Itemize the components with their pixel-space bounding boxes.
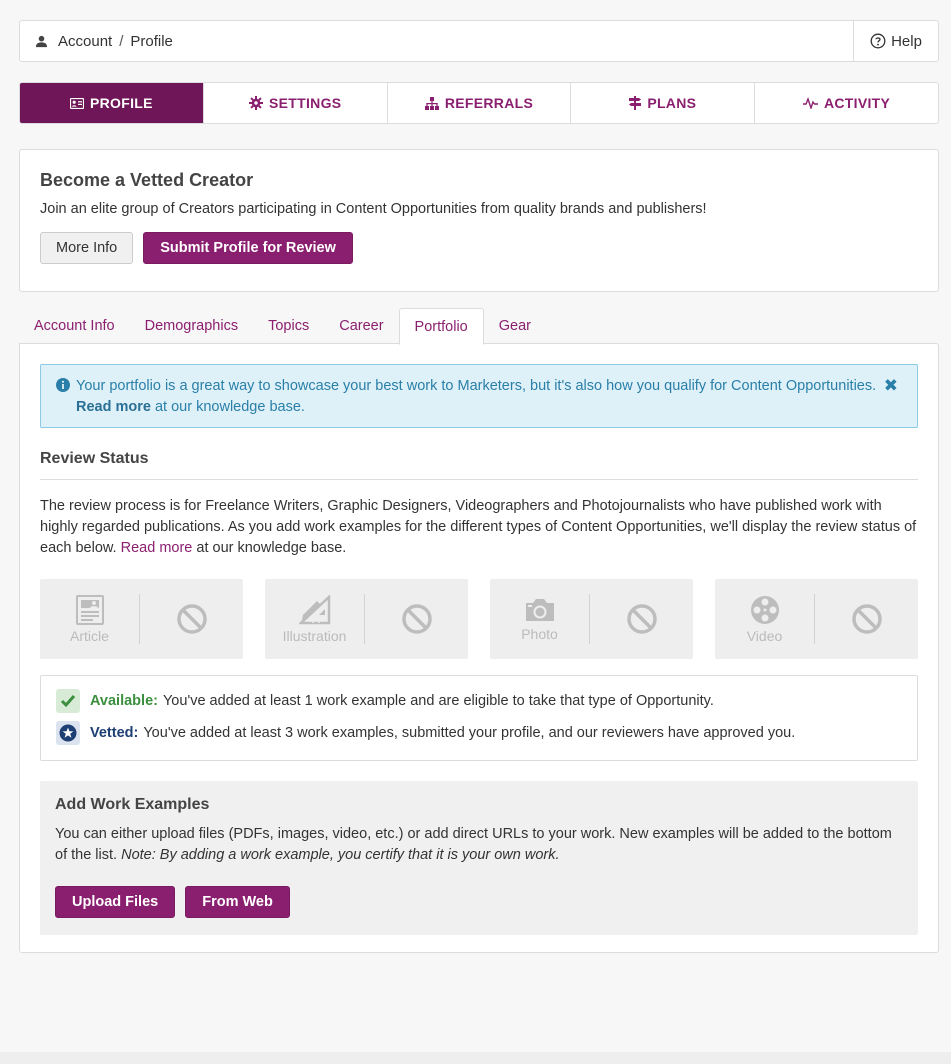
subtab-portfolio[interactable]: Portfolio xyxy=(398,308,484,345)
film-reel-icon xyxy=(750,595,779,624)
add-examples-title: Add Work Examples xyxy=(55,796,210,813)
illustration-label: Illustration xyxy=(282,627,347,644)
close-icon[interactable]: ✖ xyxy=(884,375,898,396)
main-nav: PROFILE SETTINGS REFERRALS PLANS ACTIVIT… xyxy=(19,82,939,124)
add-examples-actions: Upload Files From Web xyxy=(55,886,903,918)
photo-label: Photo xyxy=(521,625,558,642)
vetted-title: Become a Vetted Creator xyxy=(40,170,254,190)
review-status-title: Review Status xyxy=(40,450,918,480)
tab-settings-label: SETTINGS xyxy=(268,95,342,111)
subtab-gear[interactable]: Gear xyxy=(484,308,546,344)
sitemap-icon xyxy=(424,96,439,110)
subtab-account-info[interactable]: Account Info xyxy=(19,308,130,344)
status-card-photo: Photo xyxy=(490,579,693,659)
portfolio-info-alert: Your portfolio is a great way to showcas… xyxy=(40,364,918,428)
ban-icon xyxy=(176,604,207,634)
tab-profile[interactable]: PROFILE xyxy=(20,83,203,123)
newspaper-icon xyxy=(75,594,104,625)
review-read-more-link[interactable]: Read more xyxy=(121,540,193,556)
vetted-creator-card: Become a Vetted Creator Join an elite gr… xyxy=(19,149,939,292)
alert-text: Your portfolio is a great way to showcas… xyxy=(76,378,877,394)
alert-read-more-link[interactable]: Read more xyxy=(76,399,151,415)
tab-plans[interactable]: PLANS xyxy=(570,83,754,123)
add-examples-note: Note: By adding a work example, you cert… xyxy=(121,847,560,863)
ban-icon xyxy=(626,604,657,634)
info-icon xyxy=(56,378,70,392)
signpost-icon xyxy=(629,96,642,110)
help-label: Help xyxy=(891,32,922,50)
more-info-button[interactable]: More Info xyxy=(40,232,134,264)
submit-profile-button[interactable]: Submit Profile for Review xyxy=(143,232,353,264)
upload-files-button[interactable]: Upload Files xyxy=(55,886,176,918)
breadcrumb: Account / Profile xyxy=(20,21,853,61)
breadcrumb-profile: Profile xyxy=(130,32,173,50)
vetted-actions: More Info Submit Profile for Review xyxy=(40,232,918,264)
tab-profile-label: PROFILE xyxy=(90,95,153,111)
id-card-icon xyxy=(70,97,84,109)
legend-available: Available: You've added at least 1 work … xyxy=(56,688,902,714)
question-circle-icon xyxy=(870,33,886,49)
status-card-article: Article xyxy=(40,579,243,659)
help-button[interactable]: Help xyxy=(853,21,938,61)
vetted-key: Vetted: xyxy=(90,725,139,741)
breadcrumb-separator: / xyxy=(119,32,124,50)
add-examples-description: You can either upload files (PDFs, image… xyxy=(55,824,903,866)
tab-referrals-label: REFERRALS xyxy=(444,95,534,111)
tab-activity[interactable]: ACTIVITY xyxy=(754,83,938,123)
profile-subtabs: Account Info Demographics Topics Career … xyxy=(19,307,939,345)
tab-plans-label: PLANS xyxy=(647,95,697,111)
ban-icon xyxy=(401,604,432,634)
gear-icon xyxy=(248,96,263,110)
breadcrumb-bar: Account / Profile Help xyxy=(19,20,939,62)
vetted-text: You've added at least 3 work examples, s… xyxy=(143,725,796,741)
from-web-button[interactable]: From Web xyxy=(185,886,290,918)
available-text: You've added at least 1 work example and… xyxy=(162,693,714,709)
star-badge-icon xyxy=(56,721,80,745)
subtab-topics[interactable]: Topics xyxy=(253,308,324,344)
subtab-demographics[interactable]: Demographics xyxy=(130,308,254,344)
page-footer-strip xyxy=(0,1052,951,1064)
status-legend: Available: You've added at least 1 work … xyxy=(40,675,918,761)
status-card-illustration: Illustration xyxy=(265,579,468,659)
subtab-career[interactable]: Career xyxy=(324,308,398,344)
add-work-examples: Add Work Examples You can either upload … xyxy=(40,781,918,935)
portfolio-panel: Your portfolio is a great way to showcas… xyxy=(19,343,939,953)
alert-suffix: at our knowledge base. xyxy=(154,399,305,415)
status-card-video: Video xyxy=(715,579,918,659)
camera-icon xyxy=(525,598,554,621)
review-description: The review process is for Freelance Writ… xyxy=(40,496,918,559)
available-key: Available: xyxy=(90,693,158,709)
checkmark-icon xyxy=(56,689,80,713)
pencil-ruler-icon xyxy=(298,594,330,624)
vetted-description: Join an elite group of Creators particip… xyxy=(40,201,707,217)
pulse-icon xyxy=(802,97,818,109)
tab-settings[interactable]: SETTINGS xyxy=(202,83,387,123)
review-status-row: Article Illustration Photo Video xyxy=(40,579,918,659)
video-label: Video xyxy=(746,627,783,644)
user-icon xyxy=(35,35,48,47)
tab-activity-label: ACTIVITY xyxy=(823,95,891,111)
tab-referrals[interactable]: REFERRALS xyxy=(386,83,571,123)
breadcrumb-account[interactable]: Account xyxy=(58,33,112,50)
article-label: Article xyxy=(70,627,109,644)
review-suffix: at our knowledge base. xyxy=(196,540,347,556)
ban-icon xyxy=(851,604,882,634)
legend-vetted: Vetted: You've added at least 3 work exa… xyxy=(56,720,902,746)
